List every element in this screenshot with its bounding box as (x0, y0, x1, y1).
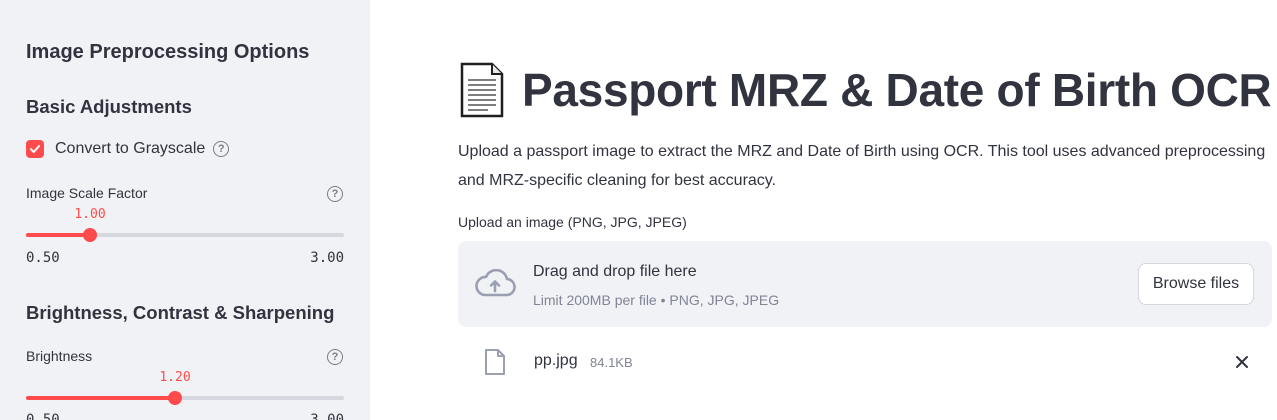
scale-slider-thumb[interactable] (83, 228, 97, 242)
page-title-text: Passport MRZ & Date of Birth OCR (522, 64, 1272, 116)
page-description: Upload a passport image to extract the M… (458, 143, 1266, 189)
sidebar-title: Image Preprocessing Options (26, 41, 310, 63)
scale-slider-min: 0.50 (26, 250, 60, 266)
file-uploader-label: Upload an image (PNG, JPG, JPEG) (458, 214, 687, 230)
uploaded-file-size: 84.1KB (590, 355, 633, 370)
help-icon[interactable]: ? (213, 141, 230, 157)
section-heading-basic: Basic Adjustments (26, 96, 192, 117)
scale-slider-label: Image Scale Factor (26, 185, 148, 201)
scale-slider-track[interactable] (26, 228, 344, 242)
dropzone-limit-text: Limit 200MB per file • PNG, JPG, JPEG (533, 292, 780, 308)
grayscale-checkbox-row[interactable]: Convert to Grayscale ? (26, 140, 230, 158)
brightness-slider-max: 3.00 (310, 412, 344, 420)
scale-slider-max: 3.00 (310, 250, 344, 266)
brightness-slider-label: Brightness (26, 348, 93, 364)
brightness-slider-min: 0.50 (26, 412, 60, 420)
scale-slider-value: 1.00 (74, 207, 106, 222)
browse-files-button[interactable]: Browse files (1138, 263, 1254, 305)
file-icon (485, 349, 505, 375)
scale-slider-fill (26, 233, 90, 237)
uploaded-file-name: pp.jpg (534, 352, 578, 369)
grayscale-checkbox[interactable] (26, 140, 44, 158)
brightness-slider-value: 1.20 (159, 370, 191, 385)
grayscale-label: Convert to Grayscale (55, 140, 206, 157)
dropzone-instructions: Drag and drop file here (533, 263, 697, 280)
close-icon[interactable] (1234, 354, 1250, 370)
uploaded-file-row: pp.jpg 84.1KB (458, 346, 1272, 380)
brightness-slider-thumb[interactable] (168, 391, 182, 405)
brightness-slider-fill (26, 396, 175, 400)
sidebar: Image Preprocessing Options Basic Adjust… (0, 0, 370, 420)
help-icon[interactable]: ? (327, 186, 343, 202)
document-icon (460, 62, 504, 118)
section-heading-brightness-contrast: Brightness, Contrast & Sharpening (26, 302, 335, 323)
cloud-upload-icon (475, 269, 516, 297)
main-content: Passport MRZ & Date of Birth OCR Upload … (370, 0, 1277, 420)
page-title: Passport MRZ & Date of Birth OCR (458, 62, 1272, 118)
check-icon (30, 145, 40, 153)
help-icon[interactable]: ? (327, 349, 343, 365)
file-dropzone[interactable]: Drag and drop file here Limit 200MB per … (458, 241, 1272, 327)
brightness-slider-track[interactable] (26, 391, 344, 405)
